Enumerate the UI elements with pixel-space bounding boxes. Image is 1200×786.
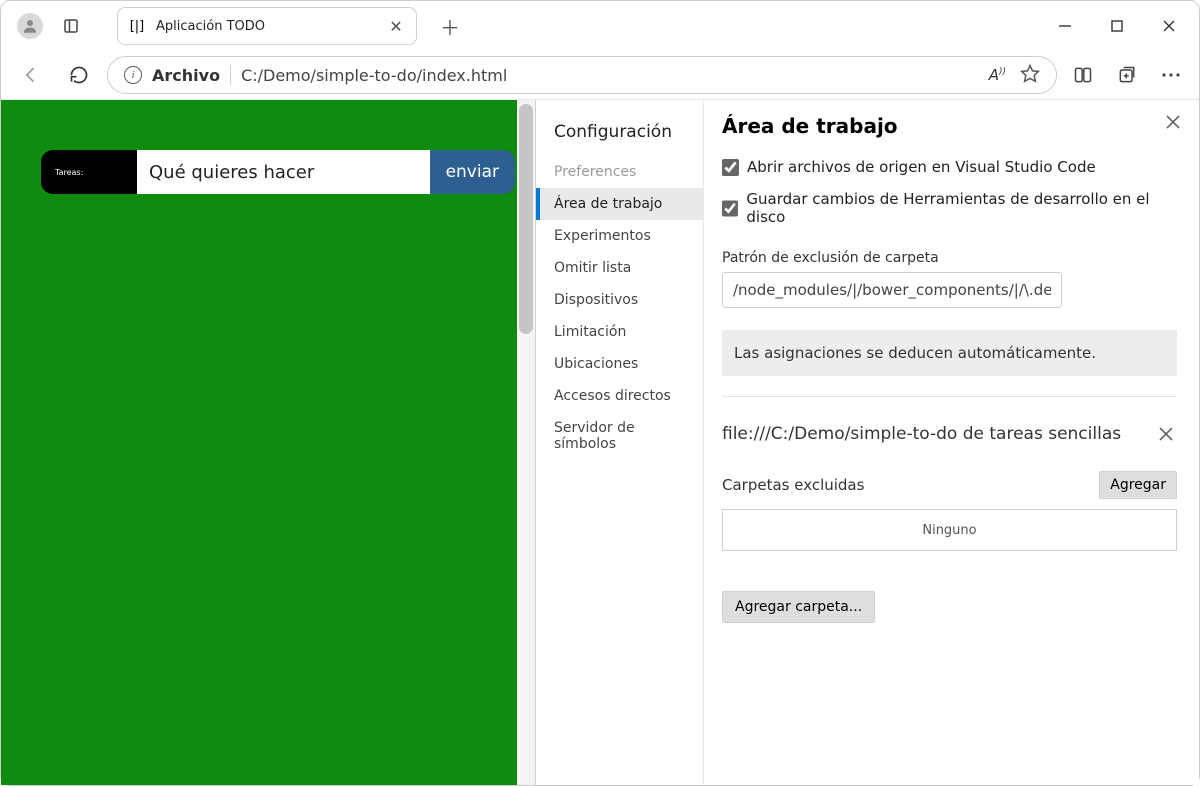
- todo-input-label: Tareas:: [41, 168, 137, 177]
- omnibox[interactable]: i Archivo C:/Demo/simple-to-do/index.htm…: [107, 56, 1057, 94]
- new-tab-button[interactable]: ＋: [433, 9, 467, 43]
- sidebar-item-experiments[interactable]: Experimentos: [536, 220, 703, 252]
- profile-avatar[interactable]: [17, 13, 43, 39]
- window-minimize-button[interactable]: [1039, 6, 1091, 46]
- window-close-button[interactable]: [1143, 6, 1195, 46]
- omnibox-separator: [230, 65, 231, 85]
- todo-submit-button[interactable]: enviar: [430, 150, 515, 194]
- window-maximize-button[interactable]: [1091, 6, 1143, 46]
- workspace-mapping-title: file:///C:/Demo/simple-to-do de tareas s…: [722, 424, 1121, 444]
- add-excluded-button[interactable]: Agregar: [1099, 471, 1177, 499]
- tab-actions-button[interactable]: [53, 8, 89, 44]
- sidebar-item-locations[interactable]: Ubicaciones: [536, 348, 703, 380]
- workspace-heading: Área de trabajo: [722, 114, 1177, 138]
- sidebar-item-shortcuts[interactable]: Accesos directos: [536, 380, 703, 412]
- refresh-button[interactable]: [59, 55, 99, 95]
- tab-title: Aplicación TODO: [156, 19, 376, 34]
- sidebar-item-ignore-list[interactable]: Omitir lista: [536, 252, 703, 284]
- omnibox-path: C:/Demo/simple-to-do/index.html: [241, 66, 507, 85]
- exclude-pattern-label: Patrón de exclusión de carpeta: [722, 250, 1177, 266]
- mapping-remove-button[interactable]: [1155, 423, 1177, 445]
- auto-mapping-info: Las asignaciones se deducen automáticame…: [722, 330, 1177, 376]
- todo-input[interactable]: [137, 150, 430, 194]
- settings-main: Área de trabajo Abrir archivos de origen…: [704, 100, 1199, 785]
- sidebar-item-preferences[interactable]: Preferences: [536, 156, 703, 188]
- settings-sidebar: Configuración Preferences Área de trabaj…: [536, 100, 704, 785]
- collections-icon[interactable]: [1109, 57, 1145, 93]
- omnibox-protocol-label: Archivo: [152, 66, 220, 85]
- browser-address-bar: i Archivo C:/Demo/simple-to-do/index.htm…: [1, 51, 1199, 99]
- checkbox-label: Abrir archivos de origen en Visual Studi…: [747, 158, 1096, 176]
- scrollbar-thumb[interactable]: [519, 104, 533, 334]
- excluded-folders-empty: Ninguno: [722, 509, 1177, 551]
- checkbox-save-to-disk[interactable]: Guardar cambios de Herramientas de desar…: [722, 190, 1177, 226]
- devtools-panel: Configuración Preferences Área de trabaj…: [535, 100, 1199, 785]
- favorite-icon[interactable]: [1020, 63, 1040, 87]
- browser-titlebar: [|] Aplicación TODO ✕ ＋: [1, 1, 1199, 51]
- sidebar-item-symbol-server[interactable]: Servidor de símbolos: [536, 412, 703, 460]
- add-folder-button[interactable]: Agregar carpeta...: [722, 591, 875, 623]
- tab-close-button[interactable]: ✕: [386, 16, 406, 36]
- checkbox-label: Guardar cambios de Herramientas de desar…: [746, 190, 1177, 226]
- split-screen-icon[interactable]: [1065, 57, 1101, 93]
- browser-tab[interactable]: [|] Aplicación TODO ✕: [117, 7, 417, 45]
- page-scrollbar[interactable]: [517, 100, 535, 785]
- site-info-icon[interactable]: i: [124, 66, 142, 84]
- settings-title: Configuración: [536, 110, 703, 156]
- sidebar-item-workspace[interactable]: Área de trabajo: [536, 188, 703, 220]
- more-menu-icon[interactable]: [1153, 57, 1189, 93]
- page-viewport: Tareas: enviar: [1, 100, 535, 785]
- sidebar-item-devices[interactable]: Dispositivos: [536, 284, 703, 316]
- todo-form: Tareas: enviar: [41, 150, 515, 194]
- sidebar-item-throttling[interactable]: Limitación: [536, 316, 703, 348]
- back-button[interactable]: [11, 55, 51, 95]
- read-aloud-icon[interactable]: A)): [989, 66, 1006, 84]
- excluded-folders-label: Carpetas excluidas: [722, 476, 864, 494]
- section-divider: [722, 396, 1177, 397]
- checkbox-open-in-vscode[interactable]: Abrir archivos de origen en Visual Studi…: [722, 158, 1177, 176]
- settings-close-button[interactable]: [1161, 110, 1185, 134]
- checkbox-input-save-disk[interactable]: [722, 200, 738, 217]
- tab-favicon-icon: [|]: [128, 17, 146, 35]
- checkbox-input-open-vscode[interactable]: [722, 159, 739, 176]
- exclude-pattern-input[interactable]: [722, 272, 1062, 308]
